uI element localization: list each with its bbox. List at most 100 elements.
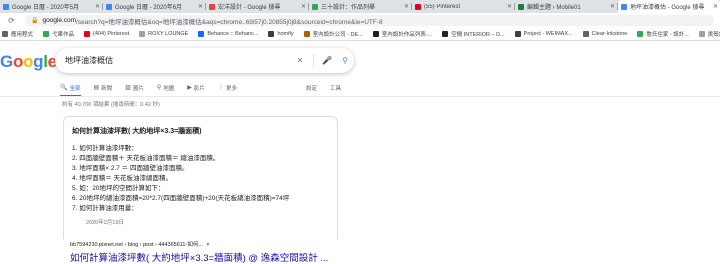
- result-tab[interactable]: ▶ 影片: [187, 81, 205, 94]
- result-tab-label: 圖片: [132, 85, 144, 92]
- bookmark-item[interactable]: Project - WEIMAX...: [514, 31, 573, 37]
- search-input[interactable]: 地坪油漆概估: [65, 55, 291, 66]
- browser-tab[interactable]: 編輯主題 › Mobile01 ✕: [515, 0, 618, 13]
- bookmark-item[interactable]: Clear-Inkstone: [582, 31, 628, 37]
- tab-close-icon[interactable]: ✕: [95, 3, 100, 10]
- tab-close-icon[interactable]: ✕: [198, 3, 203, 10]
- tab-close-icon[interactable]: ✕: [610, 3, 615, 10]
- tab-title: 宏洋設計 - Google 搜尋: [218, 5, 281, 11]
- bookmark-item[interactable]: 弋果作品: [43, 30, 74, 38]
- map-pin-icon: ⚲: [156, 85, 162, 91]
- bookmark-item[interactable]: ROXY LOUNGE: [139, 31, 188, 37]
- bookmark-label: Clear-Inkstone: [591, 31, 628, 37]
- tab-title: Google 日曆 - 2020年6月: [115, 5, 183, 11]
- logo-letter: g: [33, 52, 44, 71]
- bookmark-item[interactable]: 室內設計作品列表-...: [372, 30, 433, 38]
- result-source[interactable]: bb7594230.pixnet.net › blog › post › 444…: [70, 240, 209, 248]
- bookmark-item[interactable]: 空間 INTERIOR – D...: [442, 30, 505, 38]
- bookmark-item[interactable]: homify: [268, 31, 294, 37]
- bookmark-item[interactable]: 挑殼設計 - G: [698, 30, 720, 38]
- more-icon: ⋮: [217, 85, 224, 91]
- bookmark-favicon-icon: [514, 31, 521, 37]
- snippet-step: 3. 地坪面積× 2.7 ＝ 四面牆壁油漆面積。: [72, 165, 189, 172]
- snippet-step: 1. 如何計算油漆坪數：: [72, 145, 138, 152]
- clear-icon[interactable]: ✕: [291, 56, 309, 65]
- result-tab-label: 全部: [69, 85, 81, 92]
- bookmark-label: ROXY LOUNGE: [148, 31, 189, 37]
- browser-tab[interactable]: 地坪油漆概估 - Google 搜尋 ✕: [618, 0, 720, 13]
- search-icon[interactable]: ⚲: [336, 56, 354, 65]
- result-tab[interactable]: ⚲ 地圖: [157, 81, 174, 94]
- reload-icon[interactable]: ⟳: [6, 16, 17, 25]
- browser-toolbar: ⟳ 🔒 google.com /search?q=地坪油漆概估&oq=地坪油漆概…: [0, 13, 720, 28]
- video-icon: ▶: [187, 85, 192, 91]
- bookmark-item[interactable]: 室內設計公司 - DE...: [303, 30, 363, 38]
- bookmark-label: homify: [277, 31, 294, 37]
- bookmark-label: Project - WEIMAX...: [523, 31, 573, 37]
- address-bar[interactable]: 🔒 google.com /search?q=地坪油漆概估&oq=地坪油漆概估&…: [25, 15, 714, 26]
- result-title-link[interactable]: 如何計算油漆坪數( 大約地坪×3.3=牆面積) @ 逸森空間設計 ...: [70, 250, 328, 264]
- tab-close-icon[interactable]: ✕: [301, 3, 306, 10]
- snippet-step: 6. 20地坪的總油漆面積=20*2.7(四面牆壁面積)+20(天花板總油漆面積…: [72, 195, 290, 202]
- browser-tab[interactable]: 宏洋設計 - Google 搜尋 ✕: [206, 0, 309, 13]
- bookmark-favicon-icon: [2, 31, 8, 37]
- result-tab[interactable]: ▨ 圖片: [125, 81, 144, 94]
- tab-favicon-icon: [518, 3, 524, 10]
- bookmark-label: 室內設計公司 - DE...: [312, 32, 363, 38]
- lock-icon: 🔒: [31, 18, 39, 24]
- bookmark-label: Behance :: Behanc...: [207, 31, 259, 37]
- tab-close-icon[interactable]: ✕: [404, 3, 409, 10]
- result-url[interactable]: bb7594230.pixnet.net › blog › post › 444…: [70, 242, 203, 248]
- browser-tab[interactable]: (55) Pinterest ✕: [412, 0, 515, 13]
- browser-tab-strip: Google 日曆 - 2020年5月 ✕ Google 日曆 - 2020年6月 ✕…: [0, 0, 720, 13]
- bookmark-item[interactable]: (404) Pinterest: [84, 31, 129, 37]
- search-icon: 🔍: [60, 85, 68, 91]
- bookmark-favicon-icon: [84, 31, 91, 37]
- bookmark-favicon-icon: [139, 31, 146, 37]
- tab-favicon-icon: [621, 3, 627, 10]
- bookmark-favicon-icon: [637, 31, 644, 37]
- bookmark-item[interactable]: 詹氏住家 - 設計...: [637, 30, 689, 38]
- browser-tab[interactable]: 三十設計：作品列舉 ✕: [309, 0, 412, 13]
- settings-link[interactable]: 設定: [306, 81, 317, 94]
- bookmark-label: (404) Pinterest: [93, 31, 130, 37]
- bookmark-item[interactable]: Behance :: Behanc...: [198, 31, 258, 37]
- result-menu-icon[interactable]: ▾: [206, 242, 209, 248]
- bookmark-favicon-icon: [303, 31, 310, 37]
- result-stats: 約有 40,700 項結果 (搜尋時間：0.42 秒): [62, 102, 160, 108]
- tools-link[interactable]: 工具: [330, 81, 341, 94]
- browser-tab[interactable]: Google 日曆 - 2020年6月 ✕: [103, 0, 206, 13]
- tab-close-icon[interactable]: ✕: [507, 3, 512, 10]
- featured-snippet: 如何計算油漆坪數( 大約地坪×3.3=牆面積) 1. 如何計算油漆坪數： 2. 四…: [63, 116, 338, 239]
- snippet-title: 如何計算油漆坪數( 大約地坪×3.3=牆面積): [72, 128, 202, 135]
- snippet-step: 5. 如：20地坪的空間計算如下：: [72, 185, 165, 192]
- tab-favicon-icon: [209, 3, 215, 10]
- browser-tab[interactable]: Google 日曆 - 2020年5月 ✕: [0, 0, 103, 13]
- tab-title: 三十設計：作品列舉: [321, 5, 376, 11]
- bookmark-label: 詹氏住家 - 設計...: [646, 32, 689, 38]
- result-tab-label: 地圖: [163, 85, 175, 92]
- snippet-steps: 1. 如何計算油漆坪數： 2. 四面牆壁面積＋ 天花板油漆面積＝ 總油漆面積。 3.…: [72, 144, 337, 214]
- bookmark-label: 挑殼設計 - G: [707, 32, 720, 38]
- bookmark-label: 室內設計作品列表-...: [381, 32, 433, 38]
- tab-favicon-icon: [3, 3, 9, 10]
- image-icon: ▨: [125, 85, 131, 91]
- bookmark-favicon-icon: [372, 31, 379, 37]
- microphone-icon[interactable]: 🎤: [318, 56, 336, 65]
- tab-title: 編輯主題 › Mobile01: [527, 5, 581, 11]
- snippet-step: 7. 如何計算油漆用量：: [72, 205, 138, 212]
- bookmark-favicon-icon: [698, 31, 705, 37]
- bookmark-item[interactable]: 應用程式: [2, 30, 33, 38]
- logo-letter: o: [12, 52, 24, 71]
- address-path: /search?q=地坪油漆概估&oq=地坪油漆概估&aqs=chrome..6…: [76, 18, 383, 26]
- news-icon: ▤: [93, 85, 100, 91]
- tab-title: (55) Pinterest: [424, 3, 461, 10]
- search-box[interactable]: 地坪油漆概估 ✕ 🎤 ⚲: [55, 48, 354, 73]
- google-logo[interactable]: Google: [0, 52, 57, 72]
- result-tab[interactable]: 🔍 全部: [60, 81, 81, 97]
- result-tab[interactable]: ▤ 新聞: [94, 81, 113, 94]
- tab-close-icon[interactable]: ✕: [713, 3, 718, 10]
- bookmarks-bar: 應用程式 弋果作品 (404) Pinterest ROXY LOUNGE Behanc…: [0, 28, 720, 41]
- result-tab[interactable]: ⋮ 更多: [218, 81, 237, 94]
- bookmark-favicon-icon: [268, 31, 275, 37]
